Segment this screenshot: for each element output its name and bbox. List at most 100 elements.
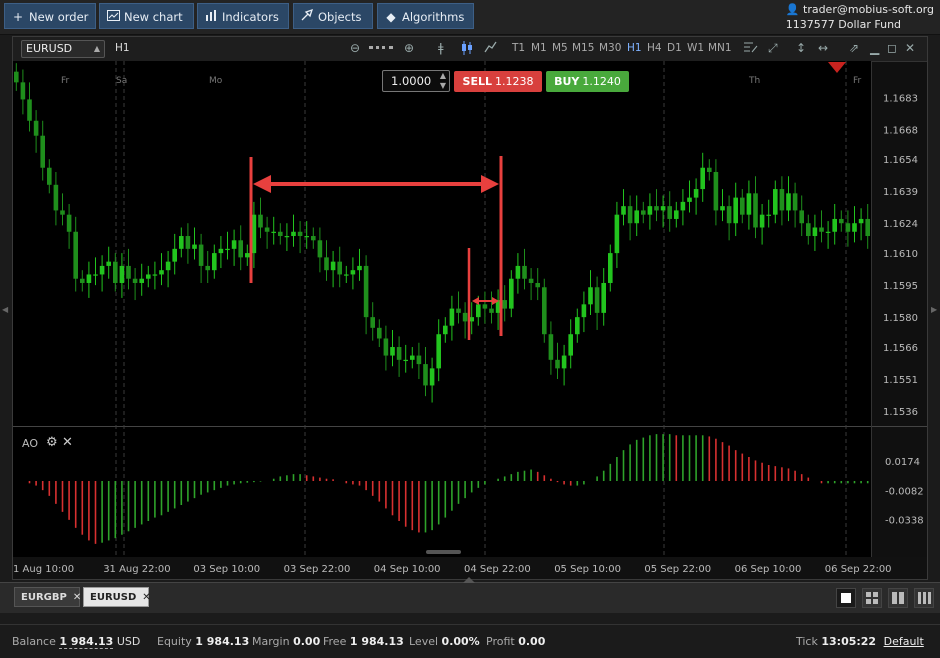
candle-body <box>66 214 72 232</box>
objects-icon <box>300 4 314 30</box>
candle-body <box>779 189 785 211</box>
balance-value[interactable]: 1 984.13 <box>59 635 114 649</box>
main-toolbar: + New order New chart Indicators Objects … <box>0 0 940 35</box>
line-chart-type-icon[interactable] <box>484 41 497 56</box>
popout-icon[interactable]: ⇗ <box>849 41 859 55</box>
candle-body <box>588 287 593 305</box>
candle-body <box>489 308 494 313</box>
algorithms-button[interactable]: ◆ Algorithms <box>377 3 474 29</box>
candle-body <box>786 193 791 211</box>
candle-body <box>330 261 336 271</box>
candle-body <box>350 270 356 275</box>
tab-close-icon[interactable]: ✕ <box>73 592 81 603</box>
candle-body <box>60 210 65 215</box>
zoom-out-icon[interactable]: ⊖ <box>350 41 360 55</box>
candle-body <box>759 214 765 228</box>
candle-body <box>839 218 844 224</box>
layout-rows-icon[interactable] <box>914 588 934 608</box>
objects-button[interactable]: Objects <box>293 3 373 29</box>
timeframe-w1[interactable]: W1 <box>687 42 704 54</box>
tick-status: Tick 13:05:22 Default <box>796 635 924 648</box>
candle-body <box>515 265 521 279</box>
bar-chart-type-icon[interactable]: ǂ <box>438 41 444 55</box>
timeframe-h1[interactable]: H1 <box>627 42 642 54</box>
quantity-input[interactable]: 1.0000 ▲ ▼ <box>382 70 450 92</box>
stepper-arrows-icon[interactable]: ▲ ▼ <box>440 71 446 91</box>
candle-body <box>429 368 435 386</box>
candle-body <box>608 253 613 283</box>
timeframe-m1[interactable]: M1 <box>531 42 547 54</box>
timeframe-m30[interactable]: M30 <box>599 42 621 54</box>
right-panel-arrow-icon[interactable]: ▶ <box>931 305 937 314</box>
candle-body <box>627 206 633 224</box>
timeframe-mn1[interactable]: MN1 <box>708 42 732 54</box>
chart-scrollbar[interactable] <box>426 550 461 554</box>
timeframe-h4[interactable]: H4 <box>647 42 662 54</box>
tab-eurusd[interactable]: EURUSD ✕ <box>83 587 151 607</box>
trendline-icon[interactable]: ⤢ <box>768 41 778 56</box>
default-link[interactable]: Default <box>884 635 924 648</box>
tab-label: EURUSD <box>90 592 137 603</box>
candle-body <box>159 270 164 275</box>
close-icon[interactable]: ✕ <box>905 41 915 55</box>
tab-eurgbp[interactable]: EURGBP ✕ <box>14 587 81 607</box>
gear-icon[interactable]: ⚙ <box>46 435 58 450</box>
equity-value: 1 984.13 <box>195 635 250 648</box>
candle-body <box>337 261 342 275</box>
tab-close-icon[interactable]: ✕ <box>142 592 150 603</box>
candle-chart-type-icon[interactable] <box>461 41 473 58</box>
candle-body <box>528 278 534 283</box>
account-info[interactable]: 👤 trader@mobius-soft.org 1137577 Dollar … <box>786 2 934 32</box>
candle-body <box>845 223 851 232</box>
candle-body <box>139 278 144 283</box>
zoom-slider[interactable] <box>369 46 393 52</box>
timeframe-t1[interactable]: T1 <box>512 42 525 54</box>
vertical-line-icon[interactable]: ↕ <box>796 41 806 55</box>
price-tick-label: 1.1668 <box>883 125 918 136</box>
panel-toggle-arrow-icon[interactable] <box>463 577 475 583</box>
layout-columns-icon[interactable] <box>888 588 908 608</box>
drawing-tools-icon[interactable] <box>744 41 758 56</box>
candle-body <box>713 171 719 211</box>
candle-body <box>40 135 45 168</box>
symbol-select[interactable]: EURUSD ▲▼ <box>21 40 105 69</box>
candle-body <box>806 223 811 237</box>
price-tick-label: 1.1654 <box>883 155 918 166</box>
level-value: 0.00% <box>441 635 480 648</box>
candle-body <box>654 206 659 211</box>
minimize-icon[interactable]: ▁ <box>870 41 879 55</box>
candle-body <box>231 240 237 249</box>
close-indicator-icon[interactable]: ✕ <box>62 435 73 450</box>
maximize-icon[interactable]: ◻ <box>887 41 897 55</box>
new-order-button[interactable]: + New order <box>4 3 96 29</box>
ao-tick-label: 0.0174 <box>885 457 920 468</box>
timeframe-d1[interactable]: D1 <box>667 42 682 54</box>
candle-body <box>311 236 316 241</box>
timeframe-m5[interactable]: M5 <box>552 42 568 54</box>
price-pane <box>13 61 871 426</box>
layout-grid-icon[interactable] <box>862 588 882 608</box>
margin-label: Margin <box>252 635 290 648</box>
sell-button[interactable]: SELL 1.1238 <box>454 71 542 92</box>
left-panel-arrow-icon[interactable]: ◀ <box>2 305 8 314</box>
free-label: Free <box>323 635 347 648</box>
zoom-in-icon[interactable]: ⊕ <box>404 41 414 55</box>
horizontal-line-icon[interactable]: ↔ <box>818 41 828 55</box>
price-chart[interactable]: Fr Sa Mo Th Fr 1.1683 1.1668 1.1654 1.1639 1.1624… <box>13 61 927 579</box>
candle-body <box>33 120 39 136</box>
candle-body <box>205 265 210 271</box>
layout-single-icon[interactable] <box>836 588 856 608</box>
candle-body <box>726 206 732 224</box>
chart-window: EURUSD ▲▼ H1 ⊖ ⊕ ǂ T1 M1 M5 M15 M30 H1 H… <box>12 36 928 580</box>
indicators-button[interactable]: Indicators <box>197 3 289 29</box>
new-chart-button[interactable]: New chart <box>99 3 194 29</box>
buy-button[interactable]: BUY 1.1240 <box>546 71 629 92</box>
candle-body <box>126 265 131 279</box>
candle-body <box>660 206 666 211</box>
candle-body <box>390 347 395 356</box>
candle-body <box>73 231 78 279</box>
time-tick-label: 03 Sep 10:00 <box>193 564 260 575</box>
candle-body <box>377 327 382 339</box>
timeframe-m15[interactable]: M15 <box>572 42 594 54</box>
candle-body <box>707 167 712 172</box>
